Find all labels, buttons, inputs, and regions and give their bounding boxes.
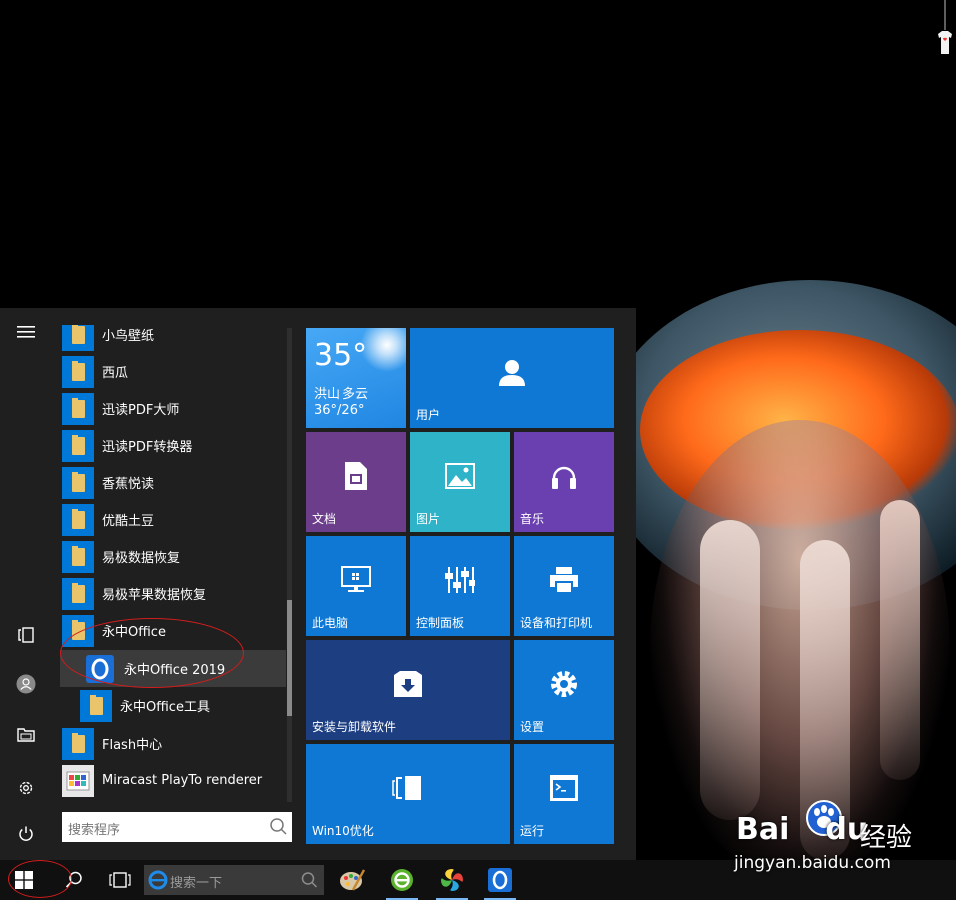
folder-icon bbox=[62, 355, 94, 388]
brand-text: Bai du bbox=[736, 812, 869, 847]
browser-icon bbox=[391, 869, 413, 891]
user-tile[interactable]: 用户 bbox=[410, 328, 614, 428]
headphones-icon bbox=[552, 466, 576, 489]
user-icon bbox=[499, 360, 525, 386]
annotation-ellipse-start bbox=[8, 860, 72, 898]
printer-icon bbox=[550, 567, 578, 594]
yozo-office-icon bbox=[488, 868, 512, 892]
folder-icon bbox=[62, 392, 94, 425]
taskbar-search-input[interactable]: 搜索一下 bbox=[144, 865, 324, 895]
hamburger-icon[interactable] bbox=[10, 316, 42, 348]
run-tile[interactable]: 运行 bbox=[514, 744, 614, 844]
taskbar-yozo-office-app[interactable] bbox=[480, 860, 520, 900]
gear-icon bbox=[551, 671, 577, 697]
list-item[interactable]: 迅读PDF转换器 bbox=[62, 427, 288, 464]
folder-icon bbox=[62, 503, 94, 536]
list-item[interactable]: Flash中心 bbox=[62, 725, 288, 762]
search-icon[interactable] bbox=[268, 817, 288, 837]
settings-icon[interactable] bbox=[10, 772, 42, 804]
folder-icon bbox=[62, 429, 94, 462]
tablet-mode-icon[interactable] bbox=[10, 619, 42, 651]
folder-icon bbox=[62, 577, 94, 610]
start-menu-rail bbox=[0, 308, 52, 860]
list-item[interactable]: 易极苹果数据恢复 bbox=[62, 575, 288, 612]
weather-tile[interactable]: 35° 洪山 多云 36°/26° bbox=[306, 328, 406, 428]
colorful-app-icon bbox=[441, 869, 463, 891]
hanging-shirt-icon bbox=[938, 0, 952, 54]
picture-icon bbox=[445, 463, 475, 489]
sliders-icon bbox=[445, 567, 475, 593]
documents-tile[interactable]: 文档 bbox=[306, 432, 406, 532]
scrollbar-thumb[interactable] bbox=[287, 600, 292, 716]
music-tile[interactable]: 音乐 bbox=[514, 432, 614, 532]
run-icon bbox=[550, 775, 578, 801]
settings-tile[interactable]: 设置 bbox=[514, 640, 614, 740]
taskbar-paint-app[interactable] bbox=[332, 860, 372, 900]
control-panel-tile[interactable]: 控制面板 bbox=[410, 536, 510, 636]
task-view-button[interactable] bbox=[100, 860, 140, 900]
documents-icon[interactable] bbox=[10, 718, 42, 750]
app-list: 小鸟壁纸 西瓜 迅读PDF大师 迅读PDF转换器 香蕉悦读 优酷土豆 易极数据恢… bbox=[58, 325, 288, 805]
this-pc-tile[interactable]: 此电脑 bbox=[306, 536, 406, 636]
annotation-ellipse-office bbox=[60, 618, 244, 688]
win10-optimize-tile[interactable]: Win10优化 bbox=[306, 744, 510, 844]
power-icon[interactable] bbox=[10, 818, 42, 850]
folder-icon bbox=[80, 689, 112, 722]
folder-icon bbox=[62, 325, 94, 351]
program-search-input[interactable]: 搜索程序 bbox=[62, 812, 292, 842]
list-item[interactable]: 易极数据恢复 bbox=[62, 538, 288, 575]
search-icon[interactable] bbox=[300, 871, 318, 889]
app-list-scrollbar[interactable] bbox=[287, 328, 292, 802]
list-item[interactable]: 小鸟壁纸 bbox=[62, 325, 288, 353]
miracast-icon bbox=[62, 764, 94, 797]
baidu-watermark: Bai du 经验 jingyan.baidu.com bbox=[732, 792, 956, 882]
user-icon[interactable] bbox=[10, 668, 42, 700]
list-item[interactable]: 优酷土豆 bbox=[62, 501, 288, 538]
list-item[interactable]: 西瓜 bbox=[62, 353, 288, 390]
folder-icon bbox=[62, 540, 94, 573]
folder-icon bbox=[62, 727, 94, 760]
jingyan-text: 经验 bbox=[860, 823, 913, 853]
tablet-mode-icon bbox=[392, 776, 421, 800]
install-box-icon bbox=[394, 671, 422, 697]
folder-icon bbox=[62, 466, 94, 499]
start-menu: 小鸟壁纸 西瓜 迅读PDF大师 迅读PDF转换器 香蕉悦读 优酷土豆 易极数据恢… bbox=[0, 308, 636, 860]
list-item[interactable]: 永中Office工具 bbox=[80, 687, 288, 724]
install-uninstall-tile[interactable]: 安装与卸载软件 bbox=[306, 640, 510, 740]
monitor-icon bbox=[341, 566, 371, 592]
palette-icon bbox=[340, 869, 365, 891]
taskbar-browser-app[interactable] bbox=[382, 860, 422, 900]
taskbar-tiles-app[interactable] bbox=[432, 860, 472, 900]
pictures-tile[interactable]: 图片 bbox=[410, 432, 510, 532]
list-item[interactable]: 香蕉悦读 bbox=[62, 464, 288, 501]
watermark-url: jingyan.baidu.com bbox=[734, 853, 891, 873]
list-item[interactable]: 迅读PDF大师 bbox=[62, 390, 288, 427]
document-icon bbox=[345, 462, 367, 490]
ie-icon bbox=[148, 870, 168, 890]
task-view-icon bbox=[109, 872, 131, 888]
app-miracast[interactable]: Miracast PlayTo renderer bbox=[62, 762, 288, 799]
devices-printers-tile[interactable]: 设备和打印机 bbox=[514, 536, 614, 636]
